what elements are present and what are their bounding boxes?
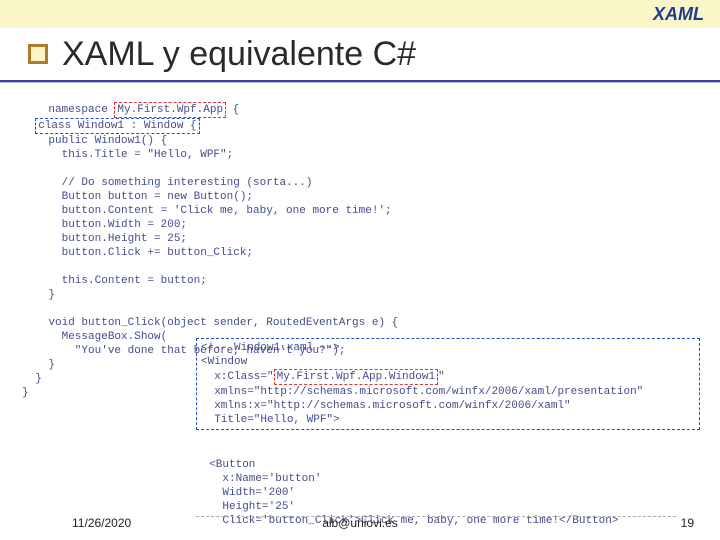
xaml-l7: <Button [196, 459, 255, 471]
title-bullet-icon [28, 44, 48, 64]
namespace-highlight: My.First.Wpf.App [114, 102, 226, 118]
footer-email: alb@uniovi.es [0, 516, 720, 530]
xaml-l6: Title="Hello, WPF"> [201, 414, 340, 426]
class-decl-highlight: class Window1 : Window { [35, 118, 199, 134]
class-indent [22, 120, 35, 132]
ns-brace: { [226, 104, 239, 116]
xaml-l5: xmlns:x="http://schemas.microsoft.com/wi… [201, 400, 571, 412]
xaml-class-highlight: My.First.Wpf.App.Window1 [274, 369, 438, 385]
title-row: XAML y equivalente C# [28, 28, 692, 80]
page-title: XAML y equivalente C# [62, 35, 416, 74]
xaml-l3c: " [438, 371, 445, 383]
xaml-l8: x:Name='button' [196, 473, 321, 485]
title-underline-shadow [0, 82, 720, 83]
title-bar-bg [0, 0, 720, 28]
slide: XAML XAML y equivalente C# namespace My.… [0, 0, 720, 540]
footer: 11/26/2020 alb@uniovi.es 19 [0, 510, 720, 530]
xaml-code-block: <!-- Window1.xaml --> <Window x:Class="M… [196, 310, 700, 540]
xaml-l2: <Window [201, 356, 247, 368]
xaml-window-highlight: <!-- Window1.xaml --> <Window x:Class="M… [196, 338, 700, 430]
xaml-l1: <!-- Window1.xaml --> [201, 342, 340, 354]
xaml-l4: xmlns="http://schemas.microsoft.com/winf… [201, 386, 643, 398]
corner-label: XAML [653, 4, 704, 25]
ns-keyword: namespace [48, 104, 114, 116]
xaml-l3a: x:Class=" [201, 371, 274, 383]
xaml-l9: Width='200' [196, 487, 295, 499]
footer-page-number: 19 [681, 516, 694, 530]
